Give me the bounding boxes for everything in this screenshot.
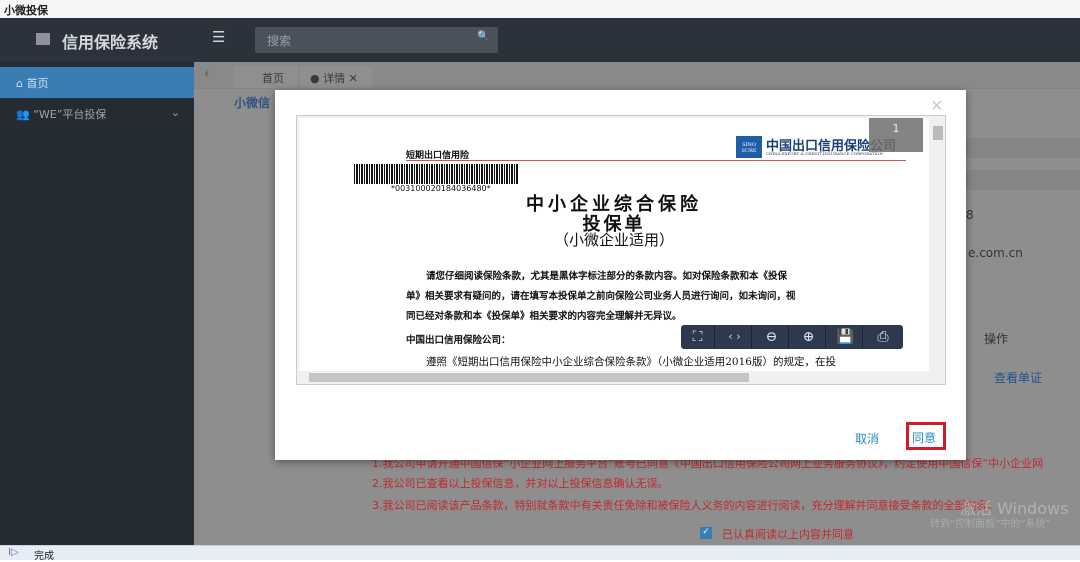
pdf-toolbar: ⛶ ‹ › ⊖ ⊕ 💾 ⎙ <box>681 325 903 349</box>
pdf-page: 短期出口信用险 SINO SURE 中国出口信用保险公司 CHINA EXPORT… <box>299 118 929 373</box>
activation-watermark-sub: 转到“控制面板”中的“系统” <box>930 519 1051 530</box>
terms-line-2: 2.我公司已查看以上投保信息，并对以上投保信息确认无误。 <box>372 477 669 490</box>
doc-para-3: 同已经对条款和本《投保单》相关要求的内容完全理解并无异议。 <box>406 311 682 322</box>
vertical-scrollbar[interactable] <box>931 116 945 371</box>
terms-line-3: 3.我公司已阅读该产品条款，特别就条款中有关责任免除和被保险人义务的内容进行阅读… <box>372 499 999 512</box>
doc-para-4: 遵照《短期出口信用保险中小企业综合保险条款》（小微企业适用2016版）的规定，在… <box>426 356 836 368</box>
sidebar-item-label: 首页 <box>26 77 49 90</box>
agree-button[interactable]: 同意 <box>906 422 946 450</box>
section-heading: 小微信 <box>234 96 271 110</box>
sinosure-logo: SINO SURE <box>736 136 762 158</box>
zoom-in-button[interactable]: ⊕ <box>792 325 826 349</box>
column-header-action: 操作 <box>984 332 1009 346</box>
cancel-button[interactable]: 取消 <box>855 430 879 447</box>
sidebar: ⌂ 首页 👥 “WE”平台投保 ⌄ <box>0 62 194 545</box>
zoom-out-button[interactable]: ⊖ <box>755 325 789 349</box>
search-icon[interactable]: 🔍 <box>477 31 489 42</box>
doc-para-1: 请您仔细阅读保险条款，尤其是黑体字标注部分的条款内容。如对保险条款和本《投保 <box>426 271 788 282</box>
save-button[interactable]: 💾 <box>829 325 863 349</box>
field-value: 8 <box>966 208 974 222</box>
doc-para-2: 单》相关要求有疑问的，请在填写本投保单之前向保险公司业务人员进行询问，如未询问，… <box>406 291 796 302</box>
horizontal-scrollbar[interactable] <box>297 371 933 384</box>
close-icon[interactable]: ✕ <box>930 96 943 115</box>
scroll-thumb[interactable] <box>933 126 943 140</box>
agree-checkbox-label: 已认真阅读以上内容并同意 <box>722 528 854 541</box>
top-header <box>0 18 1080 62</box>
status-bar: I▷ 完成 <box>0 545 1080 562</box>
sidebar-item-home[interactable]: ⌂ 首页 <box>0 67 194 98</box>
doc-addressee: 中国出口信用保险公司： <box>406 335 511 346</box>
view-document-link[interactable]: 查看单证 <box>994 369 1042 386</box>
status-icon: I▷ <box>8 547 19 558</box>
pdf-viewer[interactable]: 短期出口信用险 SINO SURE 中国出口信用保险公司 CHINA EXPORT… <box>296 115 946 385</box>
barcode <box>354 164 519 184</box>
window-title: 小微投保 <box>0 0 1080 18</box>
page-number-indicator: 1 <box>869 118 923 152</box>
document-modal: ✕ 短期出口信用险 SINO SURE 中国出口信用保险公司 CHINA EXPO… <box>275 90 966 460</box>
app-title: 信用保险系统 <box>62 33 159 52</box>
fit-page-button[interactable]: ⛶ <box>681 325 715 349</box>
agree-checkbox[interactable]: ✓ <box>700 527 712 539</box>
fit-width-button[interactable]: ‹ › <box>718 325 752 349</box>
field-value: e.com.cn <box>968 246 1023 260</box>
sidebar-item-label: “WE”平台投保 <box>33 108 107 121</box>
doc-subtitle-2: （小微企业适用） <box>553 231 674 249</box>
header-rule <box>406 160 906 161</box>
chevron-down-icon: ⌄ <box>170 106 180 119</box>
sidebar-item-we-platform[interactable]: 👥 “WE”平台投保 ⌄ <box>0 98 194 129</box>
windows-logo-icon <box>36 33 50 45</box>
doc-company-en: CHINA EXPORT & CREDIT INSURANCE CORPORAT… <box>766 151 883 156</box>
scroll-thumb[interactable] <box>309 373 749 382</box>
home-icon: ⌂ <box>16 77 27 90</box>
hamburger-menu-icon[interactable]: ☰ <box>212 28 225 46</box>
print-button[interactable]: ⎙ <box>866 325 900 349</box>
user-icon: 👥 <box>16 108 34 121</box>
search-input[interactable]: 搜索 <box>255 27 498 53</box>
